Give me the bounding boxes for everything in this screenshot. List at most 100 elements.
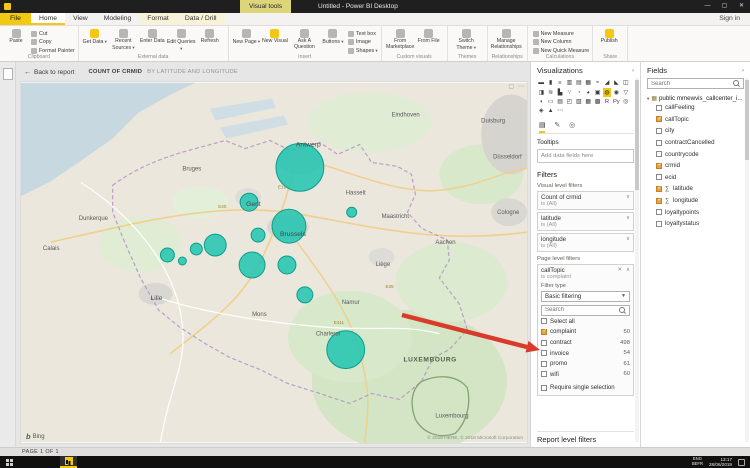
field-row[interactable]: ∑ ecid	[647, 172, 744, 184]
filter-value-checkbox[interactable]	[541, 340, 547, 346]
filter-value-row[interactable]: wifi 60	[541, 370, 630, 380]
filter-value-checkbox[interactable]	[541, 350, 547, 356]
filter-search-input[interactable]	[545, 306, 617, 315]
select-all-checkbox[interactable]	[541, 318, 547, 324]
ribbon-button[interactable]: Recent Sources	[108, 28, 139, 53]
ribbon-button[interactable]: New Column	[533, 39, 590, 46]
fields-scrollbar[interactable]	[745, 78, 749, 442]
funnel-icon[interactable]: ▽	[622, 88, 630, 96]
collapse-pane-icon[interactable]: ›	[742, 68, 744, 74]
clustered-bar-chart-icon[interactable]: ≡	[556, 79, 564, 87]
collapse-pane-icon[interactable]: ›	[632, 68, 634, 74]
maximize-icon[interactable]: ▢	[716, 0, 733, 13]
map-bubble[interactable]	[347, 207, 357, 217]
map-bubble[interactable]	[178, 257, 186, 265]
field-checkbox[interactable]	[656, 198, 662, 204]
ribbon-tab[interactable]: Format	[139, 13, 177, 25]
page-thumbnail[interactable]	[3, 68, 13, 80]
select-all-row[interactable]: Select all	[541, 317, 630, 327]
chevron-down-icon[interactable]: ∨	[626, 194, 630, 200]
fields-search-input[interactable]	[651, 79, 731, 88]
scatter-chart-icon[interactable]: ∵	[565, 88, 573, 96]
field-checkbox[interactable]	[656, 140, 662, 146]
filter-type-dropdown[interactable]: Basic filtering ▼	[541, 291, 630, 302]
filter-value-checkbox[interactable]	[541, 361, 547, 367]
line-chart-icon[interactable]: ≈	[593, 79, 601, 87]
ribbon-tab[interactable]: Home	[31, 13, 65, 25]
ribbon-button[interactable]: Manage Relationships	[491, 28, 522, 51]
map-bubble[interactable]	[278, 256, 296, 274]
ribbon-chart-icon[interactable]: ≋	[546, 88, 554, 96]
ribbon-button[interactable]: New Visual	[261, 28, 289, 54]
language-indicator[interactable]: ENG BEFR	[692, 457, 703, 467]
field-row[interactable]: ∑ latitude	[647, 183, 744, 195]
gauge-icon[interactable]: ◗	[537, 98, 545, 106]
python-visual-icon[interactable]: Py	[612, 98, 620, 106]
ribbon-tab[interactable]: Modeling	[96, 13, 140, 25]
field-row[interactable]: ∑ crmid	[647, 160, 744, 172]
ribbon-button[interactable]: New Quick Measure	[533, 47, 590, 54]
ribbon-button[interactable]: Shapes	[348, 47, 378, 54]
scrollbar-thumb[interactable]	[745, 80, 749, 160]
field-checkbox[interactable]	[656, 163, 662, 169]
field-checkbox[interactable]	[656, 209, 662, 215]
chevron-down-icon[interactable]: ∨	[626, 236, 630, 242]
line-and-clustered-column-chart-icon[interactable]: ◨	[537, 88, 545, 96]
ribbon-button[interactable]: Image	[348, 39, 378, 46]
ribbon-button[interactable]: New Page	[232, 28, 261, 54]
field-checkbox[interactable]	[656, 151, 662, 157]
analytics-pane-tab[interactable]: ◎	[569, 121, 575, 133]
format-pane-tab[interactable]: ✎	[554, 121, 560, 133]
ribbon-button[interactable]: Copy	[31, 39, 75, 46]
ribbon-button[interactable]: Switch Theme	[451, 28, 482, 52]
back-to-report-button[interactable]: ← Back to report	[24, 69, 74, 76]
field-checkbox[interactable]	[656, 174, 662, 180]
filter-value-checkbox[interactable]	[541, 371, 547, 377]
map-bubble[interactable]	[160, 248, 174, 262]
field-row[interactable]: ∑ city	[647, 125, 744, 137]
ribbon-button[interactable]: Cut	[31, 30, 75, 37]
map-icon[interactable]: ◍	[603, 88, 611, 96]
card-icon[interactable]: ▭	[546, 98, 554, 106]
r-script-icon[interactable]: R	[603, 98, 611, 106]
map-bubble[interactable]	[297, 287, 313, 303]
map-canvas[interactable]: DunkerqueCalaisBrugesGentAntwerpEindhove…	[21, 82, 527, 443]
stacked-bar-chart-icon[interactable]: ▬	[537, 79, 545, 87]
ribbon-button[interactable]: From Marketplace	[385, 28, 416, 51]
ribbon-button[interactable]: Ask A Question	[289, 28, 320, 54]
field-checkbox[interactable]	[656, 105, 662, 111]
minimize-icon[interactable]: —	[699, 0, 716, 13]
filter-value-row[interactable]: complaint 50	[541, 327, 630, 337]
waterfall-chart-icon[interactable]: ▙	[556, 88, 564, 96]
field-row[interactable]: ∑ loyaltypoints	[647, 206, 744, 218]
filter-value-row[interactable]: invoice 54	[541, 348, 630, 358]
focus-mode-icon[interactable]: ▢	[508, 83, 514, 90]
ribbon-button[interactable]: Enter Data	[139, 28, 166, 53]
map-bubble[interactable]	[239, 252, 265, 278]
notification-center-icon[interactable]	[738, 459, 745, 466]
filled-map-icon[interactable]: ◉	[612, 88, 620, 96]
field-checkbox[interactable]	[656, 116, 662, 122]
filter-value-row[interactable]: promo 61	[541, 359, 630, 369]
visual-filter-card[interactable]: Count of crmid is (All) ∨	[537, 191, 634, 210]
close-icon[interactable]: ✕	[733, 0, 750, 13]
field-checkbox[interactable]	[656, 186, 662, 192]
remove-filter-icon[interactable]: ✕	[618, 267, 623, 273]
ribbon-button[interactable]: Get Data	[82, 28, 108, 53]
require-single-selection-checkbox[interactable]	[541, 385, 547, 391]
clustered-column-chart-icon[interactable]: ▥	[565, 79, 573, 87]
line-and-stacked-column-chart-icon[interactable]: ◫	[622, 79, 630, 87]
field-row[interactable]: ∑ callTopic	[647, 114, 744, 126]
chevron-up-icon[interactable]: ∧	[626, 267, 630, 273]
tooltips-field-well[interactable]: Add data fields here	[537, 149, 634, 163]
clock[interactable]: 13:17 28/06/2019	[709, 457, 732, 467]
stacked-area-chart-icon[interactable]: ◣	[612, 79, 620, 87]
filter-value-checkbox[interactable]	[541, 329, 547, 335]
treemap-icon[interactable]: ▣	[593, 88, 601, 96]
area-chart-icon[interactable]: ◢	[603, 79, 611, 87]
field-row[interactable]: ∑ contractCancelled	[647, 137, 744, 149]
sign-in-button[interactable]: Sign in	[709, 13, 750, 25]
ribbon-button[interactable]: Text box	[348, 30, 378, 37]
visual-tools-context-tab[interactable]: Visual tools	[240, 0, 291, 13]
ribbon-tab[interactable]: Data / Drill	[177, 13, 225, 25]
